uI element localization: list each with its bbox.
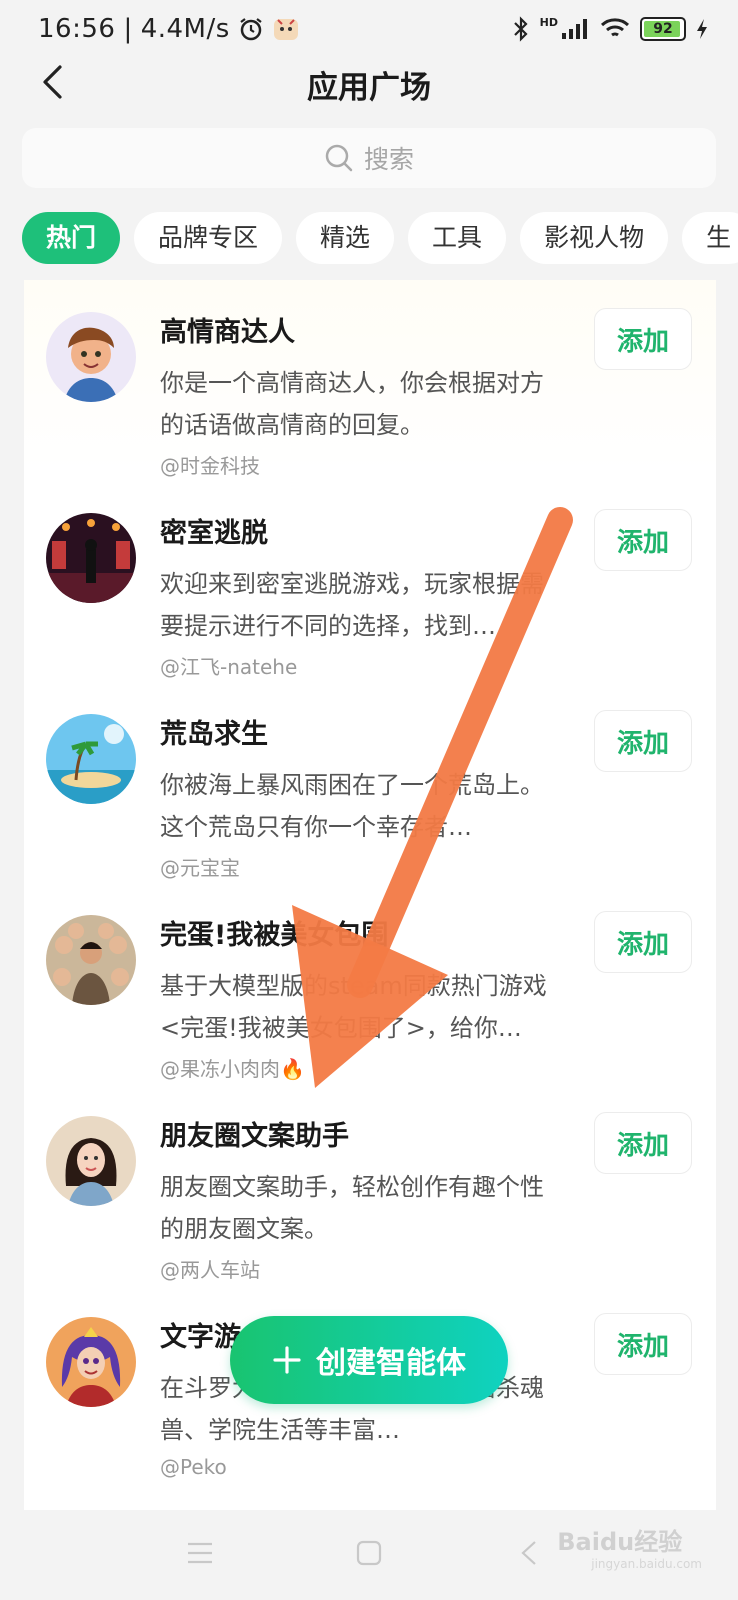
watermark: Baidu经验 jingyan.baidu.com [557, 1522, 702, 1571]
add-button[interactable]: 添加 [594, 710, 692, 772]
status-time: 16:56 [38, 14, 116, 44]
battery-icon: 92 [640, 17, 686, 41]
signal-icon [562, 19, 587, 39]
network-speed: 4.4M/s [140, 14, 230, 44]
menu-icon[interactable] [186, 1540, 214, 1566]
search-icon [325, 144, 353, 172]
avatar [46, 1116, 136, 1206]
tab-tools[interactable]: 工具 [408, 212, 507, 264]
avatar [46, 312, 136, 402]
list-item[interactable]: 朋友圈文案助手 朋友圈文案助手，轻松创作有趣个性的朋友圈文案。 @两人车站 添加 [24, 1084, 716, 1289]
avatar [46, 714, 136, 804]
plus-icon [273, 1346, 301, 1374]
app-notification-icon [273, 19, 298, 40]
back-nav-icon[interactable] [520, 1540, 538, 1566]
add-button[interactable]: 添加 [594, 308, 692, 370]
status-left: 16:56 | 4.4M/s [38, 14, 300, 44]
item-title: 荒岛求生 [160, 719, 268, 750]
add-button[interactable]: 添加 [594, 1313, 692, 1375]
battery-level: 92 [653, 21, 673, 37]
list-item[interactable]: 荒岛求生 你被海上暴风雨困在了一个荒岛上。这个荒岛只有你一个幸存者… @元宝宝 … [24, 682, 716, 887]
tab-hot[interactable]: 热门 [22, 212, 121, 264]
item-description: 朋友圈文案助手，轻松创作有趣个性的朋友圈文案。 [160, 1173, 544, 1243]
bluetooth-icon [513, 16, 528, 42]
item-author: @果冻小肉肉🔥 [160, 1057, 305, 1081]
page-title: 应用广场 [307, 70, 431, 106]
header: 应用广场 [0, 50, 738, 140]
avatar [46, 915, 136, 1005]
status-right: HD 92 [512, 16, 708, 42]
item-title: 高情商达人 [160, 317, 295, 348]
charging-icon [697, 19, 707, 39]
avatar [46, 513, 136, 603]
item-description: 基于大模型版的steam同款热门游戏<完蛋!我被美女包围了>，给你… [160, 972, 547, 1042]
item-author: @时金科技 [160, 454, 260, 478]
item-description: 你被海上暴风雨困在了一个荒岛上。这个荒岛只有你一个幸存者… [160, 771, 544, 841]
signal-hd-label: HD [539, 15, 558, 29]
item-author: @元宝宝 [160, 856, 240, 880]
item-title: 密室逃脱 [160, 518, 268, 549]
tab-film-characters[interactable]: 影视人物 [520, 212, 669, 264]
item-description: 你是一个高情商达人，你会根据对方的话语做高情商的回复。 [160, 369, 544, 439]
category-tabs: 热门 品牌专区 精选 工具 影视人物生 [22, 212, 738, 266]
item-author: @江飞-natehe [160, 655, 298, 679]
add-button[interactable]: 添加 [594, 1112, 692, 1174]
item-description: 欢迎来到密室逃脱游戏，玩家根据需要提示进行不同的选择，找到… [160, 570, 544, 640]
alarm-icon [240, 18, 262, 41]
search-bar[interactable]: 搜索 [22, 128, 716, 188]
create-agent-label: 创建智能体 [316, 1346, 466, 1381]
tab-brand[interactable]: 品牌专区 [134, 212, 283, 264]
item-author: @Peko [160, 1455, 227, 1479]
search-placeholder: 搜索 [363, 145, 414, 174]
tab-featured[interactable]: 精选 [296, 212, 395, 264]
wifi-icon [600, 18, 630, 37]
home-icon[interactable] [356, 1540, 382, 1566]
list-item[interactable]: 高情商达人 你是一个高情商达人，你会根据对方的话语做高情商的回复。 @时金科技 … [24, 280, 716, 485]
list-item[interactable]: 密室逃脱 欢迎来到密室逃脱游戏，玩家根据需要提示进行不同的选择，找到… @江飞-… [24, 481, 716, 686]
create-agent-button[interactable]: 创建智能体 [230, 1316, 508, 1404]
item-title: 文字游 [160, 1322, 241, 1353]
add-button[interactable]: 添加 [594, 911, 692, 973]
item-title: 完蛋!我被美女包围 [160, 920, 389, 951]
item-author: @两人车站 [160, 1258, 260, 1282]
watermark-url: jingyan.baidu.com [591, 1557, 702, 1571]
add-button[interactable]: 添加 [594, 509, 692, 571]
watermark-brand: Baidu经验 [557, 1528, 683, 1556]
item-title: 朋友圈文案助手 [160, 1121, 349, 1152]
list-item[interactable]: 完蛋!我被美女包围 基于大模型版的steam同款热门游戏<完蛋!我被美女包围了>… [24, 883, 716, 1088]
avatar [46, 1317, 136, 1407]
tab-life[interactable]: 生 [682, 212, 738, 264]
